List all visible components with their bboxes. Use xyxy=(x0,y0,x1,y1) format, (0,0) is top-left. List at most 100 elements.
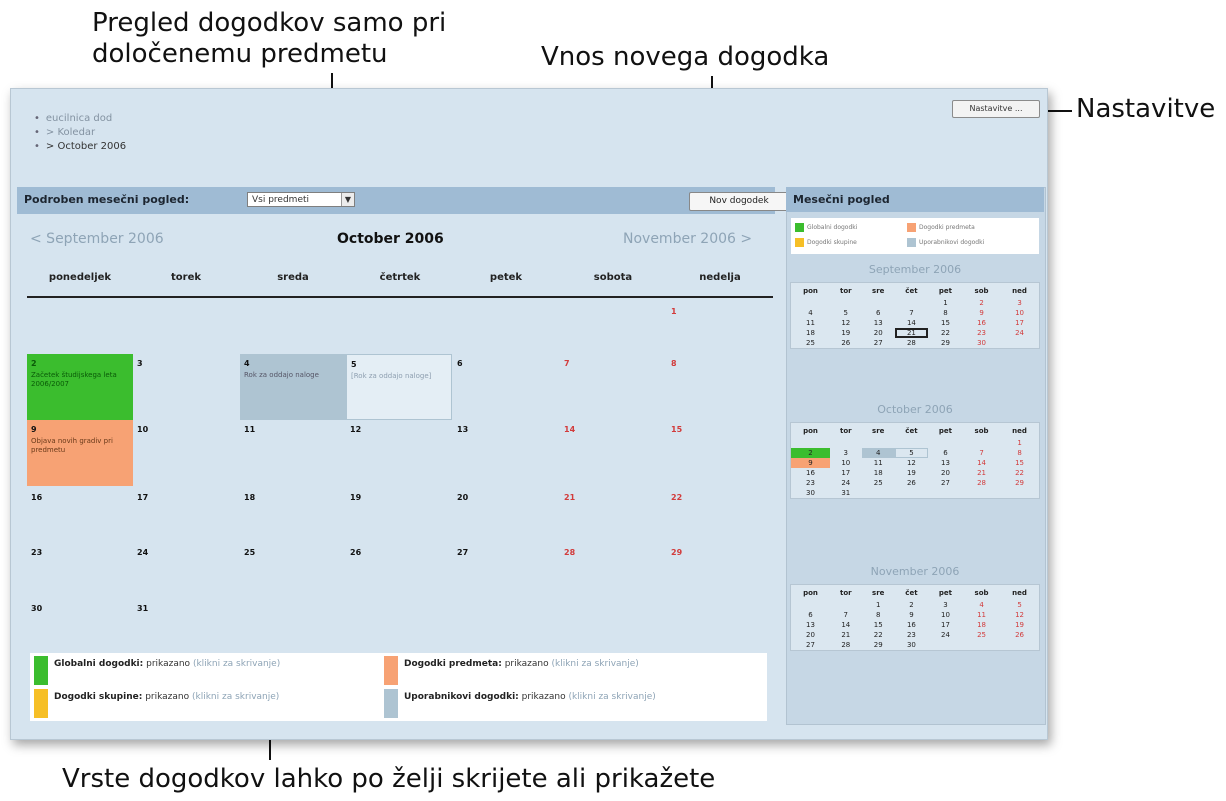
day-number: 17 xyxy=(137,493,149,502)
day-cell[interactable]: 9 Objava novih gradiv pri predmetu xyxy=(27,420,133,486)
weekday-sat: sobota xyxy=(593,272,633,283)
day-cell[interactable]: 28 xyxy=(560,543,666,609)
day-cell[interactable]: 7 xyxy=(560,354,666,420)
breadcrumb-calendar[interactable]: > Koledar xyxy=(46,127,95,138)
day-cell[interactable]: 27 xyxy=(453,543,559,609)
header-divider xyxy=(27,296,773,298)
subject-filter-select[interactable]: Vsi predmeti ▼ xyxy=(247,192,355,207)
event-link[interactable]: Objava novih gradiv pri predmetu xyxy=(31,437,129,455)
day-cell[interactable]: 10 xyxy=(133,420,239,486)
day-number: 4 xyxy=(244,359,250,368)
legend-global-toggle[interactable]: (klikni za skrivanje) xyxy=(193,659,280,669)
day-cell[interactable]: 25 xyxy=(240,543,346,609)
month-view-header: Podroben mesečni pogled: Vsi predmeti ▼ … xyxy=(17,187,789,214)
sidebar-legend-global[interactable]: Globalni dogodki xyxy=(795,223,857,232)
day-number: 14 xyxy=(564,425,576,434)
prev-month-link[interactable]: < September 2006 xyxy=(30,231,164,247)
sidebar-legend: Globalni dogodki Dogodki predmeta Dogodk… xyxy=(791,218,1039,254)
legend-global-state: prikazano xyxy=(146,659,191,669)
day-number: 10 xyxy=(137,425,149,434)
day-cell[interactable]: 12 xyxy=(346,420,452,486)
callout-settings: Nastavitve xyxy=(1076,94,1216,124)
mini-month-grid: pon tor sre čet pet sob ned 12345 6 7 8 9 10 11 12 1… xyxy=(790,584,1040,651)
day-number: 24 xyxy=(137,548,149,557)
breadcrumb-home[interactable]: eucilnica dod xyxy=(46,113,112,124)
day-cell[interactable]: 5 [Rok za oddajo naloge] xyxy=(346,354,452,420)
sidebar-legend-group[interactable]: Dogodki skupine xyxy=(795,238,857,247)
event-link[interactable]: [Rok za oddajo naloge] xyxy=(351,372,447,381)
weekday-mon: ponedeljek xyxy=(48,272,112,283)
day-number: 20 xyxy=(457,493,469,502)
day-cell[interactable]: 26 xyxy=(346,543,452,609)
month-view-title: Podroben mesečni pogled: xyxy=(24,193,190,206)
callout-event-types: Vrste dogodkov lahko po želji skrijete a… xyxy=(62,764,716,794)
legend-course-label: Dogodki predmeta: xyxy=(404,659,502,669)
weekday-fri: petek xyxy=(489,272,523,283)
weekday-sun: nedelja xyxy=(699,272,741,283)
day-number: 5 xyxy=(351,360,357,369)
day-number: 22 xyxy=(671,493,683,502)
day-number: 31 xyxy=(137,604,149,613)
day-cell[interactable]: 4 Rok za oddajo naloge xyxy=(240,354,346,420)
day-cell[interactable]: 29 xyxy=(667,543,773,609)
day-number: 13 xyxy=(457,425,469,434)
legend-group-state: prikazano xyxy=(145,692,190,702)
event-type-legend: Globalni dogodki: prikazano (klikni za s… xyxy=(30,653,767,721)
user-swatch xyxy=(384,689,398,718)
day-number: 12 xyxy=(350,425,362,434)
day-cell[interactable]: 3 xyxy=(133,354,239,420)
sidebar-legend-course[interactable]: Dogodki predmeta xyxy=(907,223,975,232)
breadcrumb: eucilnica dod > Koledar > October 2006 xyxy=(34,112,126,154)
day-cell[interactable]: 8 xyxy=(667,354,773,420)
group-swatch xyxy=(34,689,48,718)
mini-month-title[interactable]: November 2006 xyxy=(790,560,1040,584)
day-cell[interactable]: 2 Začetek študijskega leta 2006/2007 xyxy=(27,354,133,420)
weekday-thu: četrtek xyxy=(379,272,421,283)
day-cell[interactable]: 14 xyxy=(560,420,666,486)
new-event-button[interactable]: Nov dogodek xyxy=(689,192,789,211)
legend-course-toggle[interactable]: (klikni za skrivanje) xyxy=(552,659,639,669)
mini-month-grid: pon tor sre čet pet sob ned 123 4 5 6 7 8 9 10 11 12 1… xyxy=(790,282,1040,349)
day-cell[interactable]: 13 xyxy=(453,420,559,486)
legend-user-state: prikazano xyxy=(521,692,566,702)
day-number: 27 xyxy=(457,548,469,557)
day-number: 23 xyxy=(31,548,43,557)
day-number: 25 xyxy=(244,548,256,557)
day-cell[interactable]: 15 xyxy=(667,420,773,486)
global-swatch xyxy=(34,656,48,685)
legend-course-state: prikazano xyxy=(504,659,549,669)
day-number: 9 xyxy=(31,425,37,434)
day-number: 28 xyxy=(564,548,576,557)
legend-group-toggle[interactable]: (klikni za skrivanje) xyxy=(192,692,279,702)
mini-month-title[interactable]: October 2006 xyxy=(790,398,1040,422)
day-number: 29 xyxy=(671,548,683,557)
day-number: 6 xyxy=(457,359,463,368)
legend-user-toggle[interactable]: (klikni za skrivanje) xyxy=(568,692,655,702)
course-swatch xyxy=(384,656,398,685)
day-number: 7 xyxy=(564,359,570,368)
mini-calendar-september: September 2006 pon tor sre čet pet sob ned 123… xyxy=(790,258,1040,349)
sidebar-legend-user[interactable]: Uporabnikovi dogodki xyxy=(907,238,984,247)
weekday-wed: sreda xyxy=(277,272,309,283)
mini-calendar-october: October 2006 pon tor sre čet pet sob ned 1 234… xyxy=(790,398,1040,499)
mini-calendar-november: November 2006 pon tor sre čet pet sob ned 1234… xyxy=(790,560,1040,651)
weekday-tue: torek xyxy=(170,272,201,283)
mini-month-grid: pon tor sre čet pet sob ned 1 2345678 9 10 11 12 1… xyxy=(790,422,1040,499)
day-number: 8 xyxy=(671,359,677,368)
settings-button[interactable]: Nastavitve ... xyxy=(952,100,1040,118)
day-number: 1 xyxy=(671,307,677,316)
legend-global-label: Globalni dogodki: xyxy=(54,659,144,669)
event-link[interactable]: Rok za oddajo naloge xyxy=(244,371,342,380)
mini-month-title[interactable]: September 2006 xyxy=(790,258,1040,282)
chevron-down-icon: ▼ xyxy=(341,193,354,206)
current-month-title: October 2006 xyxy=(337,231,444,247)
day-cell[interactable]: 11 xyxy=(240,420,346,486)
day-cell[interactable]: 6 xyxy=(453,354,559,420)
day-number: 19 xyxy=(350,493,362,502)
next-month-link[interactable]: November 2006 > xyxy=(623,231,752,247)
day-number: 3 xyxy=(137,359,143,368)
day-number: 11 xyxy=(244,425,256,434)
day-number: 15 xyxy=(671,425,683,434)
legend-group-label: Dogodki skupine: xyxy=(54,692,143,702)
event-link[interactable]: Začetek študijskega leta 2006/2007 xyxy=(31,371,129,389)
